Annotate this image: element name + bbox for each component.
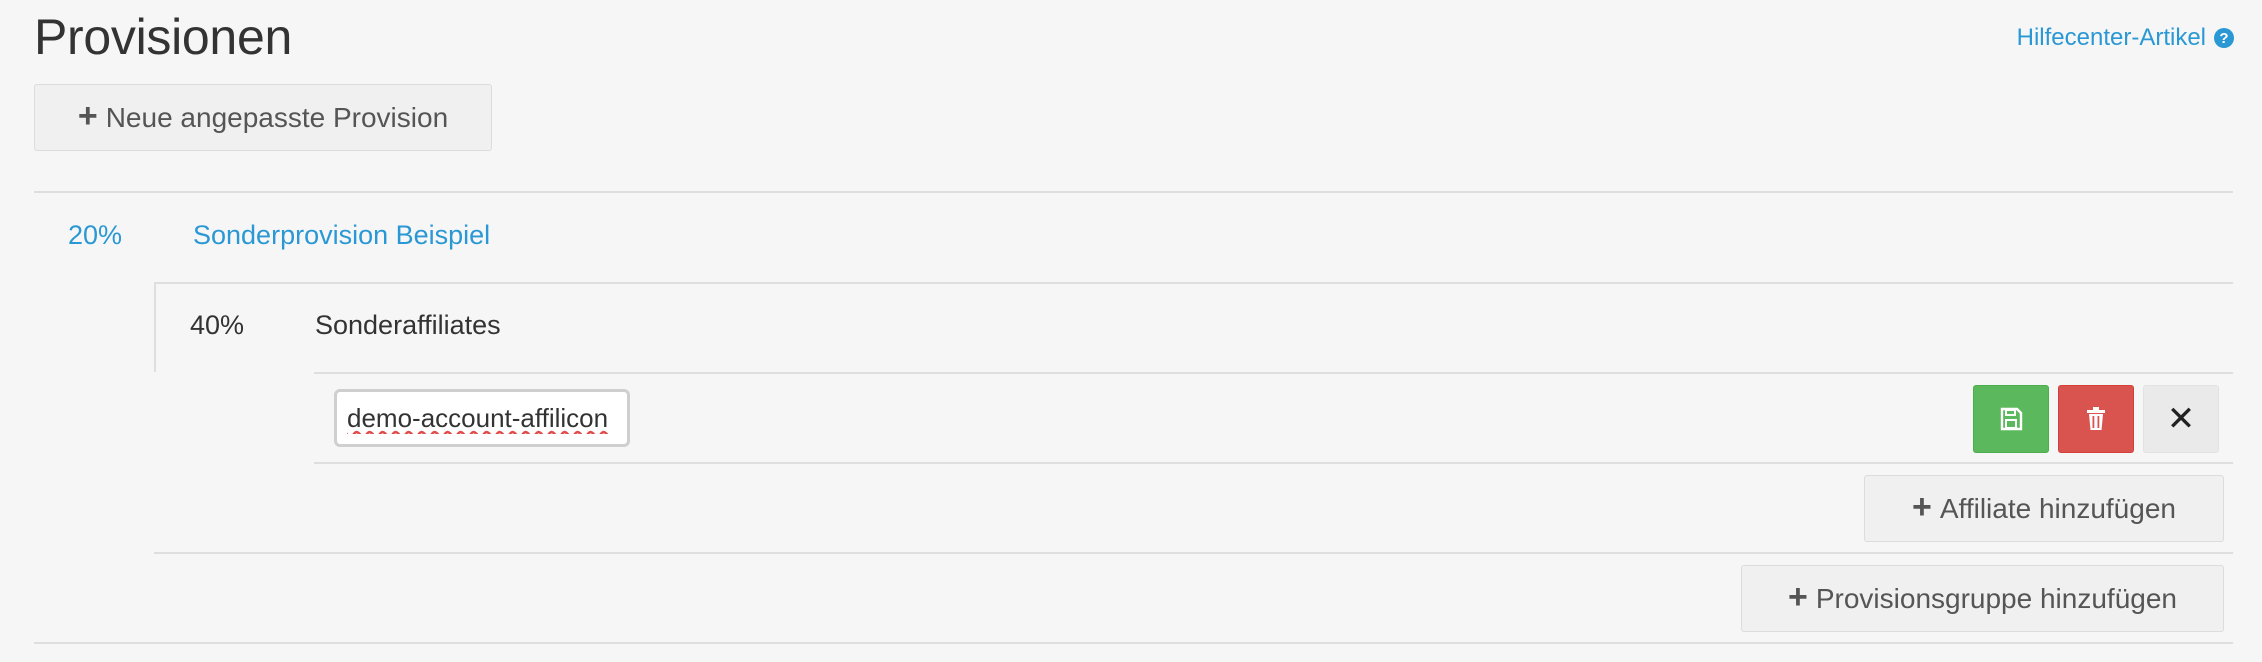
divider [314, 372, 2233, 374]
affiliate-input[interactable] [334, 389, 630, 447]
plus-icon: + [77, 97, 98, 135]
trash-icon [2087, 407, 2105, 430]
add-affiliate-label: Affiliate hinzufügen [1939, 492, 2176, 524]
commission-percent: 20% [68, 220, 123, 250]
save-icon [2000, 407, 2023, 431]
group-top-border [154, 282, 2233, 284]
add-commission-group-button[interactable]: + Provisionsgruppe hinzufügen [1741, 565, 2224, 632]
delete-button[interactable] [2058, 385, 2134, 453]
question-circle-icon: ? [2214, 28, 2234, 48]
divider [34, 642, 2233, 644]
divider [154, 552, 2233, 554]
close-icon: ✕ [2166, 400, 2196, 438]
divider [314, 462, 2233, 464]
help-center-link-label: Hilfecenter-Artikel [2016, 24, 2206, 51]
group-name: Sonderaffiliates [315, 310, 501, 340]
group-percent: 40% [190, 310, 245, 340]
plus-icon: + [1912, 488, 1932, 526]
help-center-link[interactable]: Hilfecenter-Artikel ? [2017, 24, 2234, 52]
add-affiliate-button[interactable]: + Affiliate hinzufügen [1864, 475, 2224, 542]
new-commission-button[interactable]: + Neue angepasste Provision [34, 84, 492, 151]
plus-icon: + [1788, 578, 1808, 616]
add-commission-group-label: Provisionsgruppe hinzufügen [1815, 582, 2177, 614]
divider [34, 191, 2233, 193]
new-commission-label: Neue angepasste Provision [105, 101, 449, 133]
page-title: Provisionen [34, 9, 292, 65]
cancel-button[interactable]: ✕ [2143, 385, 2219, 453]
save-button[interactable] [1973, 385, 2049, 453]
group-left-border [154, 282, 156, 372]
commission-name-link[interactable]: Sonderprovision Beispiel [193, 220, 490, 251]
